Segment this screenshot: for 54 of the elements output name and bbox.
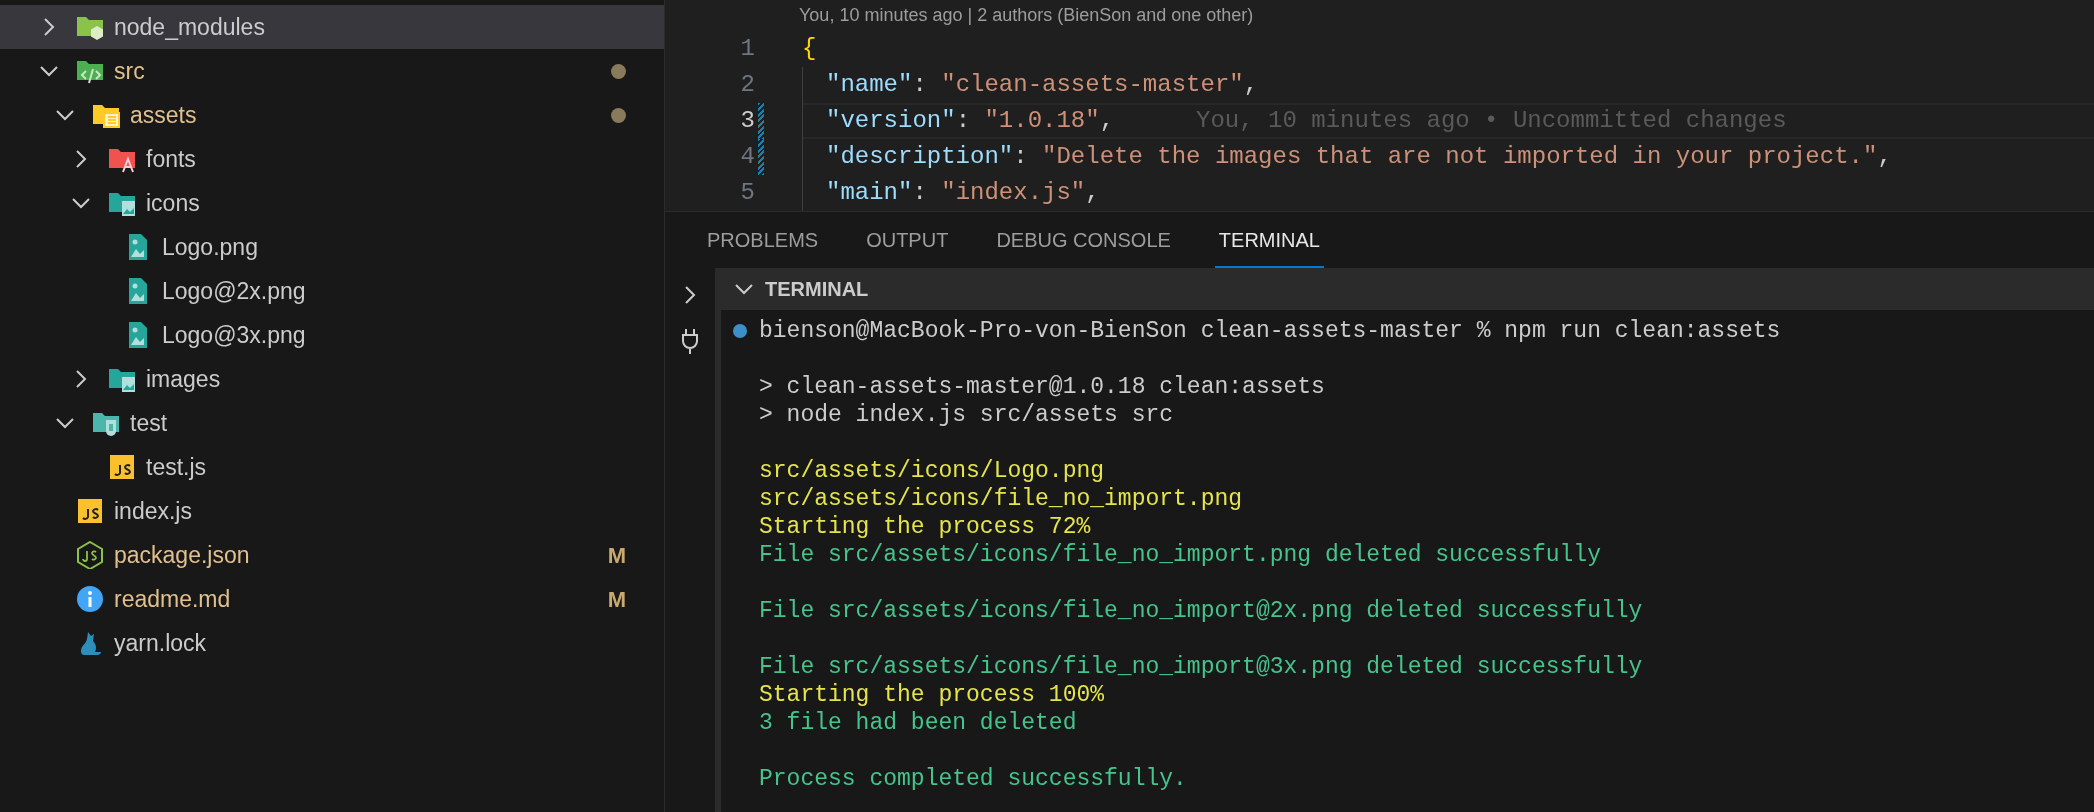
inline-blame: You, 10 minutes ago • Uncommitted changes [1196,106,1787,136]
file-name: node_modules [114,12,266,42]
line-number: 3 [739,106,755,136]
terminal-command: bienson@MacBook-Pro-von-BienSon clean-assets-master % npm run clean:assets [759,316,1781,346]
terminal-output: Starting the process 100% [759,680,1105,710]
terminal-output: 3 file had been deleted [759,708,1077,738]
file-name: yarn.lock [114,628,208,658]
git-status: M [607,541,626,570]
panel-tab[interactable]: OUTPUT [862,222,953,268]
code-line: "description": "Delete the images that are not imported in your project.", [826,142,1892,172]
file-name: Logo@2x.png [162,276,307,306]
terminal-output: src/assets/icons/Logo.png [759,456,1105,486]
terminal-output: > node index.js src/assets src [759,400,1174,430]
plug-icon[interactable] [680,328,700,354]
line-number: 5 [739,178,755,208]
file-name: Logo.png [162,232,259,262]
info-icon [76,585,104,613]
terminal-output: File src/assets/icons/file_no_import@2x.png deleted successfully [759,596,1643,626]
code-line: "version": "1.0.18", [826,106,1115,136]
terminal-output: > clean-assets-master@1.0.18 clean:assets [759,372,1325,402]
file-name: src [114,56,146,86]
hexagon-icon [76,541,104,569]
code-line: { [802,34,817,64]
line-number: 2 [739,70,755,100]
git-status: M [607,585,626,614]
terminal-output: Starting the process 72% [759,512,1091,542]
file-name: test [130,408,169,438]
file-name: readme.md [114,584,232,614]
file-name: fonts [146,144,197,174]
js-file-icon [76,497,104,525]
file-name: assets [130,100,198,130]
file-name: Logo@3x.png [162,320,307,350]
terminal-output: Process completed successfully. [759,764,1187,794]
terminal-output: src/assets/icons/file_no_import.png [759,484,1243,514]
line-number: 1 [739,34,755,64]
change-marker[interactable] [758,103,764,139]
panel-tab[interactable]: PROBLEMS [703,222,823,268]
terminal-output: File src/assets/icons/file_no_import@3x.png deleted successfully [759,652,1643,682]
code-line: "name": "clean-assets-master", [826,70,1259,100]
chevron-right-icon[interactable] [683,284,697,306]
file-name: index.js [114,496,193,526]
change-marker[interactable] [758,139,764,175]
terminal-output: File src/assets/icons/file_no_import.png deleted successfully [759,540,1601,570]
blame-annotation: You, 10 minutes ago | 2 authors (BienSon and one other) [799,4,1254,27]
file-name: test.js [146,452,208,482]
line-number: 4 [739,142,755,172]
section-title[interactable]: TERMINAL [765,274,869,304]
file-name: images [146,364,222,394]
file-name: package.json [114,540,251,570]
tree-item[interactable]: node_modules [0,5,664,49]
code-line: "main": "index.js", [826,178,1100,208]
panel-tab[interactable]: DEBUG CONSOLE [992,222,1175,268]
file-name: icons [146,188,201,218]
js-file-icon [108,453,136,481]
